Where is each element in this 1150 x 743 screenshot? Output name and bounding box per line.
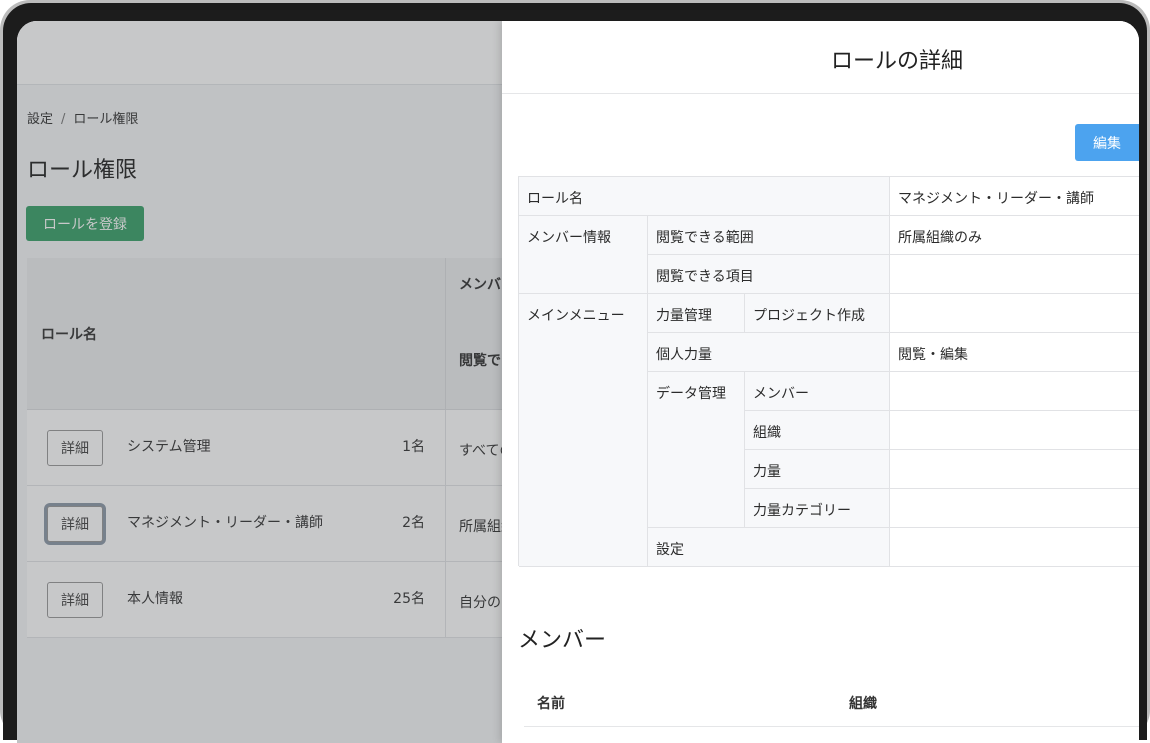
edit-button[interactable]: 編集 (1075, 124, 1139, 161)
permission-value-view-items (890, 255, 1139, 294)
permission-label-view-range: 閲覧できる範囲 (648, 216, 890, 255)
permission-label-skill-category: 力量カテゴリー (745, 489, 890, 528)
permission-value-project-create (890, 294, 1139, 333)
role-detail-drawer: ロールの詳細 編集 ロール名 マネジメント・リーダー・講師 メンバー情報 閲覧で… (502, 21, 1139, 743)
permission-value-view-range: 所属組織のみ (890, 216, 1139, 255)
column-header-name: 名前 (537, 696, 565, 712)
permission-value-role-name: マネジメント・リーダー・講師 (890, 177, 1139, 216)
members-table-header: 名前 組織 (524, 679, 1139, 727)
drawer-header: ロールの詳細 (502, 21, 1139, 94)
permission-label-member-info: メンバー情報 (519, 216, 648, 294)
permission-label-settings: 設定 (648, 528, 890, 567)
permission-label-skill: 力量 (745, 450, 890, 489)
members-section-title: メンバー (518, 628, 607, 653)
permission-value-settings (890, 528, 1139, 567)
permission-label-view-items: 閲覧できる項目 (648, 255, 890, 294)
drawer-title: ロールの詳細 (830, 49, 963, 74)
screen: 設定 / ロール権限 ロール権限 ロールを登録 ロール名 メンバー 閲覧で 詳細 シ… (17, 21, 1139, 743)
permission-label-personal-skill: 個人力量 (648, 333, 890, 372)
modal-backdrop[interactable] (17, 21, 502, 743)
device-bezel: 設定 / ロール権限 ロール権限 ロールを登録 ロール名 メンバー 閲覧で 詳細 シ… (3, 3, 1147, 743)
permission-value-skill-category (890, 489, 1139, 528)
permission-value-org (890, 411, 1139, 450)
permission-value-skill (890, 450, 1139, 489)
device-frame: 設定 / ロール権限 ロール権限 ロールを登録 ロール名 メンバー 閲覧で 詳細 シ… (0, 0, 1150, 743)
permissions-table: ロール名 マネジメント・リーダー・講師 メンバー情報 閲覧できる範囲 所属組織の… (518, 176, 1139, 567)
permission-label-skill-mgmt: 力量管理 (648, 294, 745, 333)
permission-label-role-name: ロール名 (519, 177, 890, 216)
column-header-org: 組織 (849, 696, 877, 712)
permission-label-main-menu: メインメニュー (519, 294, 648, 567)
permission-label-project-create: プロジェクト作成 (745, 294, 890, 333)
permission-value-member (890, 372, 1139, 411)
permission-label-org: 組織 (745, 411, 890, 450)
permission-label-member: メンバー (745, 372, 890, 411)
permission-label-data-mgmt: データ管理 (648, 372, 745, 528)
permission-value-personal-skill: 閲覧・編集 (890, 333, 1139, 372)
